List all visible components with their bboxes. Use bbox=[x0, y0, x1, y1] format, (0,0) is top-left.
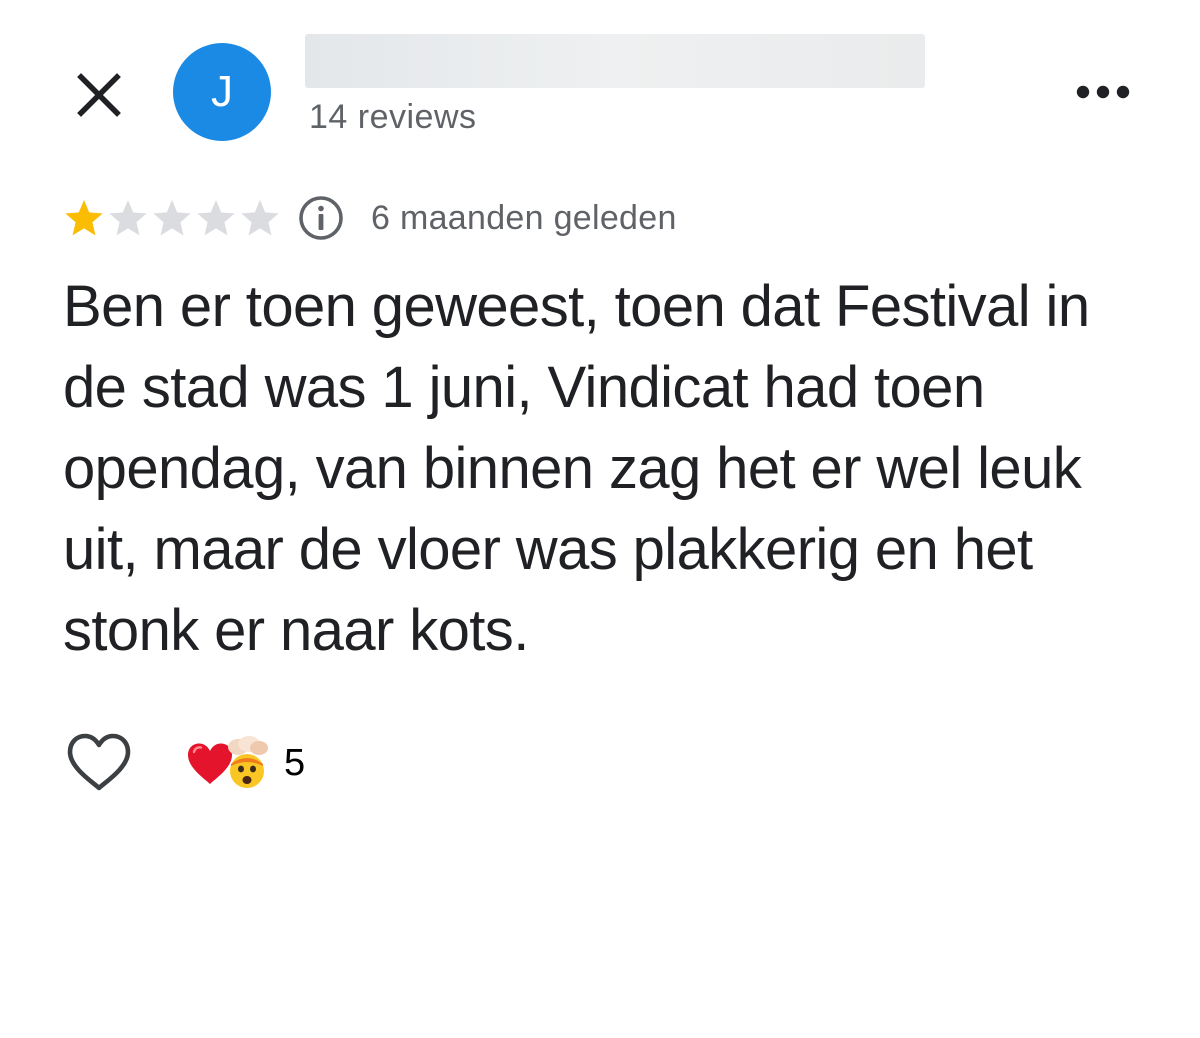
like-button[interactable] bbox=[62, 728, 136, 798]
heart-outline-icon bbox=[67, 733, 131, 791]
review-sheet: J 14 reviews 6 maanden geleden Ben er to… bbox=[0, 0, 1200, 1038]
reactions[interactable]: 5 bbox=[186, 736, 305, 790]
reviewer-name[interactable] bbox=[305, 34, 925, 88]
reaction-count: 5 bbox=[284, 741, 306, 784]
star-filled-icon bbox=[65, 200, 103, 236]
review-time: 6 maanden geleden bbox=[371, 198, 677, 237]
star-empty-icon bbox=[109, 200, 147, 236]
reaction-emojis bbox=[186, 736, 274, 790]
more-horizontal-icon bbox=[1076, 85, 1130, 99]
info-button[interactable] bbox=[297, 194, 345, 242]
info-icon bbox=[299, 196, 343, 240]
star-empty-icon bbox=[197, 200, 235, 236]
avatar-letter: J bbox=[211, 67, 233, 116]
close-button[interactable] bbox=[64, 60, 134, 130]
avatar[interactable]: J bbox=[173, 43, 271, 141]
close-icon bbox=[77, 73, 121, 117]
star-empty-icon bbox=[153, 200, 191, 236]
rating-row: 6 maanden geleden bbox=[63, 192, 677, 244]
star-rating bbox=[63, 197, 283, 239]
review-count: 14 reviews bbox=[309, 98, 477, 136]
star-empty-icon bbox=[241, 200, 279, 236]
more-options-button[interactable] bbox=[1068, 70, 1138, 114]
review-text: Ben er toen geweest, toen dat Festival i… bbox=[63, 274, 1090, 663]
exploding-head-emoji bbox=[228, 736, 268, 788]
